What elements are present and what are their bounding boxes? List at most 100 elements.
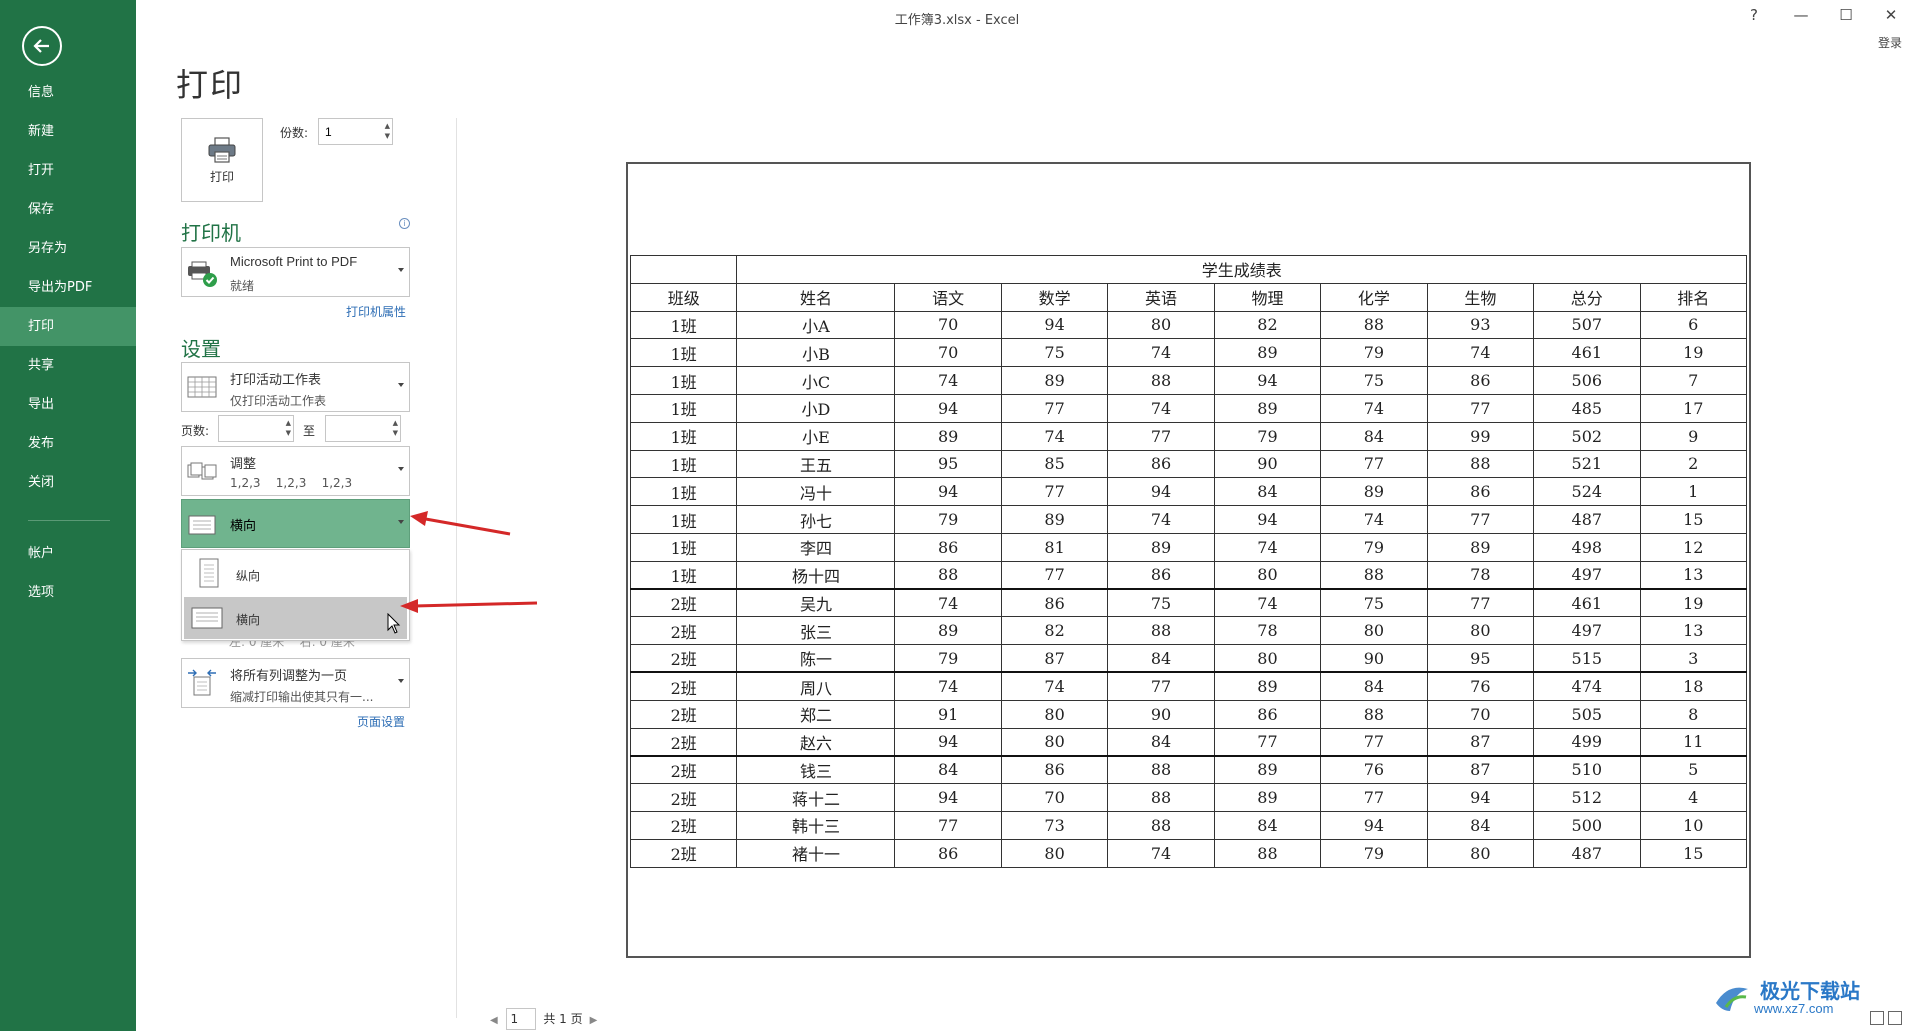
table-cell: 512 xyxy=(1533,783,1641,812)
minimize-button[interactable]: — xyxy=(1786,6,1816,24)
help-button[interactable]: ? xyxy=(1739,6,1769,24)
table-cell xyxy=(629,255,738,284)
window-title: 工作簿3.xlsx - Excel xyxy=(894,13,1020,28)
pages-from-spin-arrows[interactable]: ▲ ▼ xyxy=(286,418,291,438)
table-cell: 497 xyxy=(1533,616,1641,646)
pages-to-stepper[interactable]: ▲ ▼ xyxy=(325,415,401,442)
printer-dropdown[interactable]: Microsoft Print to PDF 就绪 xyxy=(181,247,410,297)
table-cell: 86 xyxy=(894,838,1002,868)
scaling-sub: 缩减打印输出使其只有一... xyxy=(230,690,374,704)
copies-spin-arrows[interactable]: ▲ ▼ xyxy=(385,121,390,141)
table-row: 2班 钱三 84 86 88 89 76 87 510 5 xyxy=(629,754,1748,785)
table-cell: 91 xyxy=(894,699,1002,729)
prev-page-arrow-icon[interactable]: ◀ xyxy=(490,1015,498,1026)
table-cell: 84 xyxy=(1107,644,1215,673)
print-button[interactable]: 打印 xyxy=(181,118,263,202)
orientation-option-landscape[interactable]: 横向 xyxy=(184,597,407,639)
sidebar-item[interactable]: 共享 xyxy=(0,346,136,385)
table-cell: 88 xyxy=(1107,810,1215,840)
table-cell: 吴九 xyxy=(736,588,896,618)
login-link[interactable]: 登录 xyxy=(1878,34,1902,51)
next-page-arrow-icon[interactable]: ▶ xyxy=(586,1015,598,1026)
page-view-icon[interactable] xyxy=(1888,1011,1902,1025)
pages-to-spin-arrows[interactable]: ▲ ▼ xyxy=(393,418,398,438)
sidebar-item[interactable]: 打印 xyxy=(0,307,136,346)
pages-from-input[interactable] xyxy=(219,416,293,441)
table-cell: 小E xyxy=(736,421,896,451)
scaling-dropdown[interactable]: 将所有列调整为一页 缩减打印输出使其只有一... xyxy=(181,658,410,708)
sidebar-item[interactable]: 选项 xyxy=(0,573,136,612)
column-header: 物理 xyxy=(1213,282,1322,312)
printer-properties-link[interactable]: 打印机属性 xyxy=(346,303,406,320)
orientation-dropdown[interactable]: 横向 xyxy=(181,499,410,548)
table-cell: 89 xyxy=(1213,671,1322,701)
sidebar-item[interactable]: 新建 xyxy=(0,112,136,151)
collate-icon xyxy=(187,462,217,480)
sidebar-item[interactable]: 另存为 xyxy=(0,229,136,268)
collate-dropdown[interactable]: 调整 1,2,3 1,2,3 1,2,3 xyxy=(181,446,410,496)
table-cell: 86 xyxy=(1000,754,1109,785)
printer-status: 就绪 xyxy=(230,279,255,293)
table-cell: 485 xyxy=(1533,393,1641,423)
table-cell: 78 xyxy=(1426,560,1535,590)
table-cell: 86 xyxy=(1000,588,1109,618)
table-cell: 94 xyxy=(1213,505,1322,534)
pages-from-stepper[interactable]: ▲ ▼ xyxy=(218,415,294,442)
sidebar-item[interactable]: 信息 xyxy=(0,73,136,112)
table-cell: 75 xyxy=(1320,366,1428,395)
back-button[interactable] xyxy=(22,26,62,66)
table-cell: 2班 xyxy=(629,727,738,757)
sidebar-item[interactable]: 打开 xyxy=(0,151,136,190)
sidebar-item[interactable]: 帐户 xyxy=(0,534,136,573)
table-cell: 77 xyxy=(1320,783,1428,812)
pages-to-input[interactable] xyxy=(326,416,400,441)
sidebar-item[interactable]: 导出为PDF xyxy=(0,268,136,307)
page-setup-link[interactable]: 页面设置 xyxy=(357,713,405,730)
sidebar-item[interactable]: 关闭 xyxy=(0,463,136,502)
table-cell: 77 xyxy=(1320,727,1428,757)
table-cell: 70 xyxy=(1000,783,1109,812)
table-cell: 74 xyxy=(894,588,1002,618)
table-row: 2班 张三 89 82 88 78 80 80 497 13 xyxy=(629,616,1748,646)
watermark-title: 极光下载站 xyxy=(1760,979,1860,1003)
table-cell: 2班 xyxy=(629,783,738,812)
table-cell: 1班 xyxy=(629,421,738,451)
table-cell: 99 xyxy=(1426,421,1535,451)
orientation-option-portrait[interactable]: 纵向 xyxy=(184,553,407,595)
mouse-cursor-icon xyxy=(387,613,401,634)
table-cell: 2班 xyxy=(629,810,738,840)
sidebar-item[interactable]: 保存 xyxy=(0,190,136,229)
current-page-input[interactable]: 1 xyxy=(505,1008,536,1030)
maximize-button[interactable]: ☐ xyxy=(1831,6,1861,24)
table-row: 1班 李四 86 81 89 74 79 89 498 12 xyxy=(629,532,1748,562)
copies-input[interactable] xyxy=(319,119,392,144)
table-row: 2班 韩十三 77 73 88 84 94 84 500 10 xyxy=(629,810,1748,840)
print-button-label: 打印 xyxy=(209,169,234,184)
landscape-page-icon xyxy=(191,607,223,629)
table-cell: 82 xyxy=(1213,310,1322,340)
view-buttons xyxy=(1870,1011,1902,1025)
table-cell: 93 xyxy=(1426,310,1535,340)
table-cell: 77 xyxy=(1000,560,1109,590)
table-cell: 94 xyxy=(1426,783,1535,812)
close-button[interactable]: ✕ xyxy=(1876,6,1906,24)
sidebar-nav: 信息 新建 打开 保存 另存为 导出为PDF 打印 共享 导出 发布 关闭帐户 选项 xyxy=(0,73,136,612)
table-cell: 19 xyxy=(1639,588,1748,618)
table-cell: 89 xyxy=(1426,532,1535,562)
table-cell: 78 xyxy=(1213,616,1322,646)
table-row: 2班 郑二 91 80 90 86 88 70 505 8 xyxy=(629,699,1748,729)
table-cell: 2班 xyxy=(629,838,738,868)
table-cell: 84 xyxy=(1213,477,1322,507)
sidebar-item[interactable]: 发布 xyxy=(0,424,136,463)
print-scope-dropdown[interactable]: 打印活动工作表 仅打印活动工作表 xyxy=(181,362,410,412)
printer-ready-icon xyxy=(188,261,217,287)
normal-view-icon[interactable] xyxy=(1870,1011,1884,1025)
table-cell: 77 xyxy=(1213,727,1322,757)
copies-stepper[interactable]: ▲▼ xyxy=(318,118,393,145)
table-cell: 钱三 xyxy=(736,754,896,785)
table-cell: 84 xyxy=(894,754,1002,785)
table-cell: 2 xyxy=(1639,449,1748,479)
back-arrow-icon xyxy=(33,39,49,53)
info-icon[interactable]: i xyxy=(399,218,410,229)
sidebar-item[interactable]: 导出 xyxy=(0,385,136,424)
